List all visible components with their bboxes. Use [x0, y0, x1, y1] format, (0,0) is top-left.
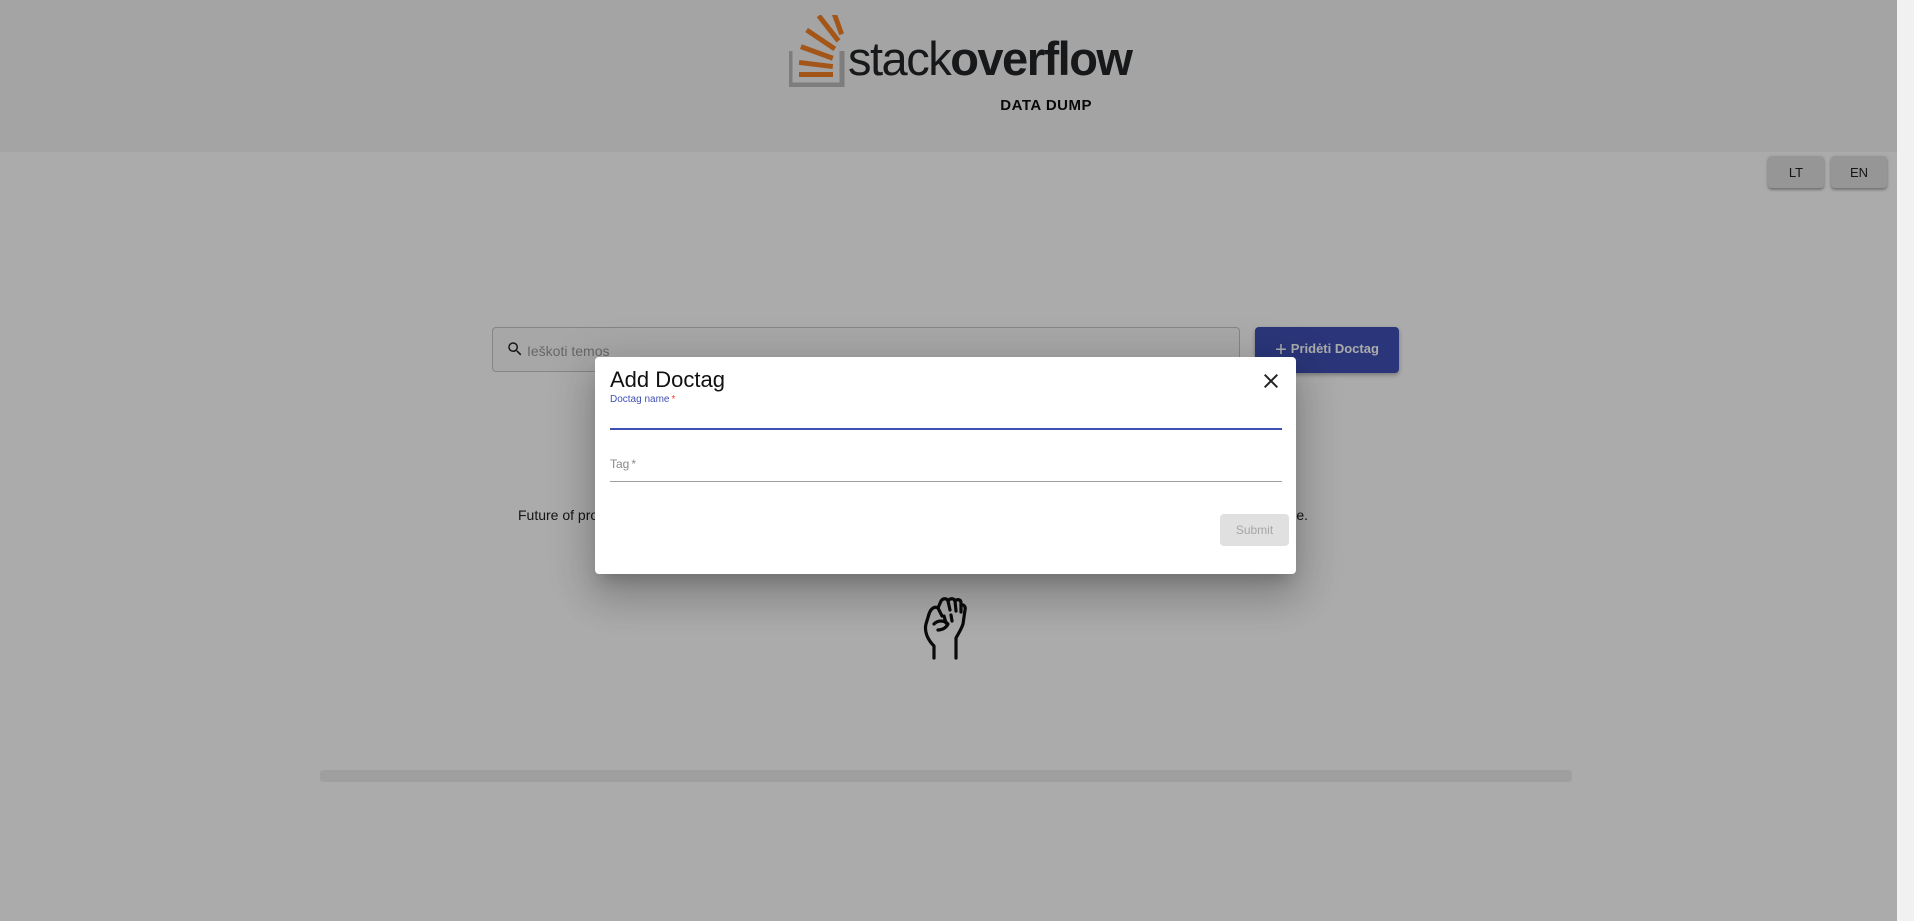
close-button[interactable] — [1259, 369, 1283, 393]
tag-input[interactable] — [610, 464, 1286, 488]
doctag-name-field[interactable]: Doctag name * — [610, 394, 1286, 430]
add-doctag-dialog: Add Doctag Doctag name * Tag * Submit — [595, 357, 1296, 574]
dialog-title: Add Doctag — [610, 367, 725, 392]
scrollbar[interactable] — [1897, 0, 1914, 921]
tag-underline — [610, 481, 1282, 482]
doctag-name-input[interactable] — [610, 404, 1286, 428]
close-icon — [1264, 374, 1278, 388]
doctag-name-underline — [610, 428, 1282, 430]
tag-field[interactable]: Tag * — [610, 454, 1286, 488]
submit-button[interactable]: Submit — [1220, 514, 1289, 546]
